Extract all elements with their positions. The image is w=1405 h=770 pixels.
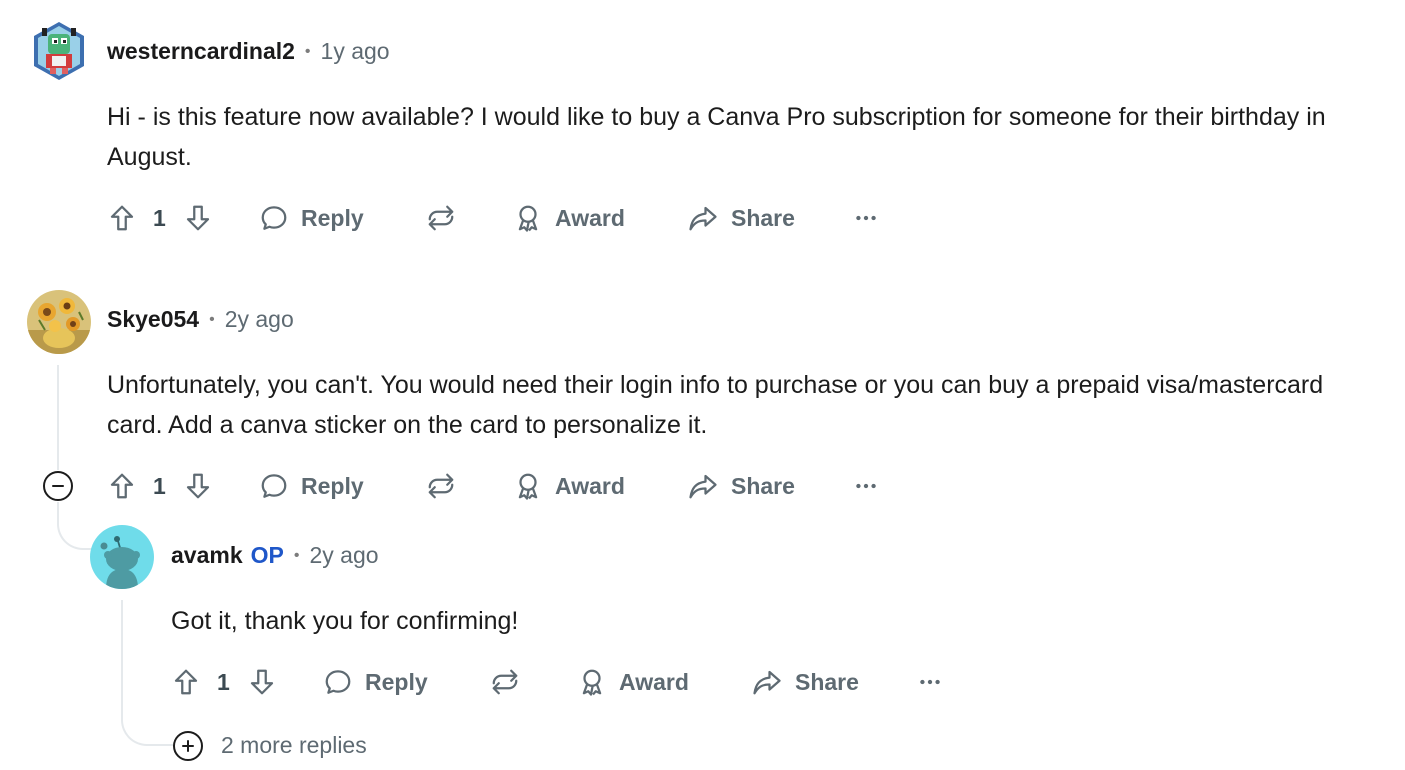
- downvote-icon: [183, 471, 213, 501]
- timestamp[interactable]: 2y ago: [225, 306, 294, 333]
- crosspost-icon: [425, 203, 457, 233]
- share-button[interactable]: Share: [687, 195, 795, 241]
- username[interactable]: avamk: [171, 542, 243, 569]
- collapse-thread-button[interactable]: [43, 471, 73, 501]
- award-icon: [513, 203, 543, 233]
- upvote-button[interactable]: [171, 659, 201, 705]
- share-icon: [687, 471, 719, 501]
- award-label: Award: [555, 472, 625, 499]
- op-badge: OP: [250, 542, 284, 568]
- comment-body: Got it, thank you for confirming!: [171, 607, 519, 635]
- thread-connector-more: [121, 700, 173, 746]
- avatar[interactable]: [27, 290, 91, 354]
- share-icon: [751, 667, 783, 697]
- reply-label: Reply: [301, 472, 364, 499]
- comment-body: Unfortunately, you can't. You would need…: [107, 371, 1324, 439]
- reply-label: Reply: [301, 204, 364, 231]
- reply-label: Reply: [365, 668, 428, 695]
- share-icon: [687, 203, 719, 233]
- more-options-icon: [853, 473, 879, 499]
- thread-line-skye: [57, 365, 59, 470]
- timestamp[interactable]: 1y ago: [321, 38, 390, 65]
- award-button[interactable]: Award: [577, 659, 689, 705]
- more-options-icon: [853, 205, 879, 231]
- comment-body: Hi - is this feature now available? I wo…: [107, 103, 1326, 171]
- reply-icon: [323, 667, 353, 697]
- reply-button[interactable]: Reply: [259, 195, 364, 241]
- upvote-button[interactable]: [107, 195, 137, 241]
- comment-meta: Skye054 • 2y ago: [107, 306, 294, 333]
- award-label: Award: [619, 668, 689, 695]
- upvote-icon: [107, 471, 137, 501]
- pixel-avatar-icon: [34, 22, 84, 80]
- share-label: Share: [795, 668, 859, 695]
- share-label: Share: [731, 472, 795, 499]
- downvote-button[interactable]: [183, 463, 213, 509]
- reddit-snoo-icon: [100, 536, 140, 589]
- more-options-button[interactable]: [917, 659, 943, 705]
- comment-meta: avamk OP • 2y ago: [171, 542, 379, 569]
- comment-actions: 1 Reply Award Share: [107, 195, 907, 241]
- comment-actions: 1 Reply Award Share: [171, 659, 971, 705]
- reply-button[interactable]: Reply: [259, 463, 364, 509]
- upvote-icon: [171, 667, 201, 697]
- vote-count: 1: [153, 205, 166, 231]
- award-label: Award: [555, 204, 625, 231]
- award-icon: [513, 471, 543, 501]
- more-options-button[interactable]: [853, 463, 879, 509]
- username[interactable]: Skye054: [107, 306, 199, 333]
- more-options-icon: [917, 669, 943, 695]
- upvote-button[interactable]: [107, 463, 137, 509]
- comment-meta: westerncardinal2 • 1y ago: [107, 38, 390, 65]
- separator-dot: •: [304, 42, 311, 60]
- downvote-button[interactable]: [247, 659, 277, 705]
- crosspost-button[interactable]: [425, 195, 457, 241]
- avatar[interactable]: [90, 525, 154, 589]
- reply-icon: [259, 203, 289, 233]
- vote-count: 1: [217, 669, 230, 695]
- plus-icon: [182, 740, 194, 752]
- crosspost-button[interactable]: [489, 659, 521, 705]
- share-label: Share: [731, 204, 795, 231]
- downvote-button[interactable]: [183, 195, 213, 241]
- more-replies-link[interactable]: 2 more replies: [221, 732, 367, 759]
- username[interactable]: westerncardinal2: [107, 38, 295, 65]
- separator-dot: •: [209, 310, 215, 328]
- upvote-icon: [107, 203, 137, 233]
- vote-count: 1: [153, 473, 166, 499]
- thread-connector-avamk: [57, 502, 93, 550]
- comment-actions: 1 Reply Award Share: [107, 463, 907, 509]
- minus-icon: [52, 485, 64, 487]
- share-button[interactable]: Share: [751, 659, 859, 705]
- expand-replies-button[interactable]: [173, 731, 203, 761]
- crosspost-icon: [425, 471, 457, 501]
- award-icon: [577, 667, 607, 697]
- reply-icon: [259, 471, 289, 501]
- separator-dot: •: [293, 546, 300, 564]
- avatar[interactable]: [28, 20, 90, 82]
- reply-button[interactable]: Reply: [323, 659, 428, 705]
- award-button[interactable]: Award: [513, 463, 625, 509]
- award-button[interactable]: Award: [513, 195, 625, 241]
- share-button[interactable]: Share: [687, 463, 795, 509]
- crosspost-button[interactable]: [425, 463, 457, 509]
- downvote-icon: [247, 667, 277, 697]
- timestamp[interactable]: 2y ago: [309, 542, 378, 569]
- thread-line-avamk: [121, 600, 123, 710]
- sunflower-painting-icon: [27, 290, 91, 354]
- more-options-button[interactable]: [853, 195, 879, 241]
- crosspost-icon: [489, 667, 521, 697]
- downvote-icon: [183, 203, 213, 233]
